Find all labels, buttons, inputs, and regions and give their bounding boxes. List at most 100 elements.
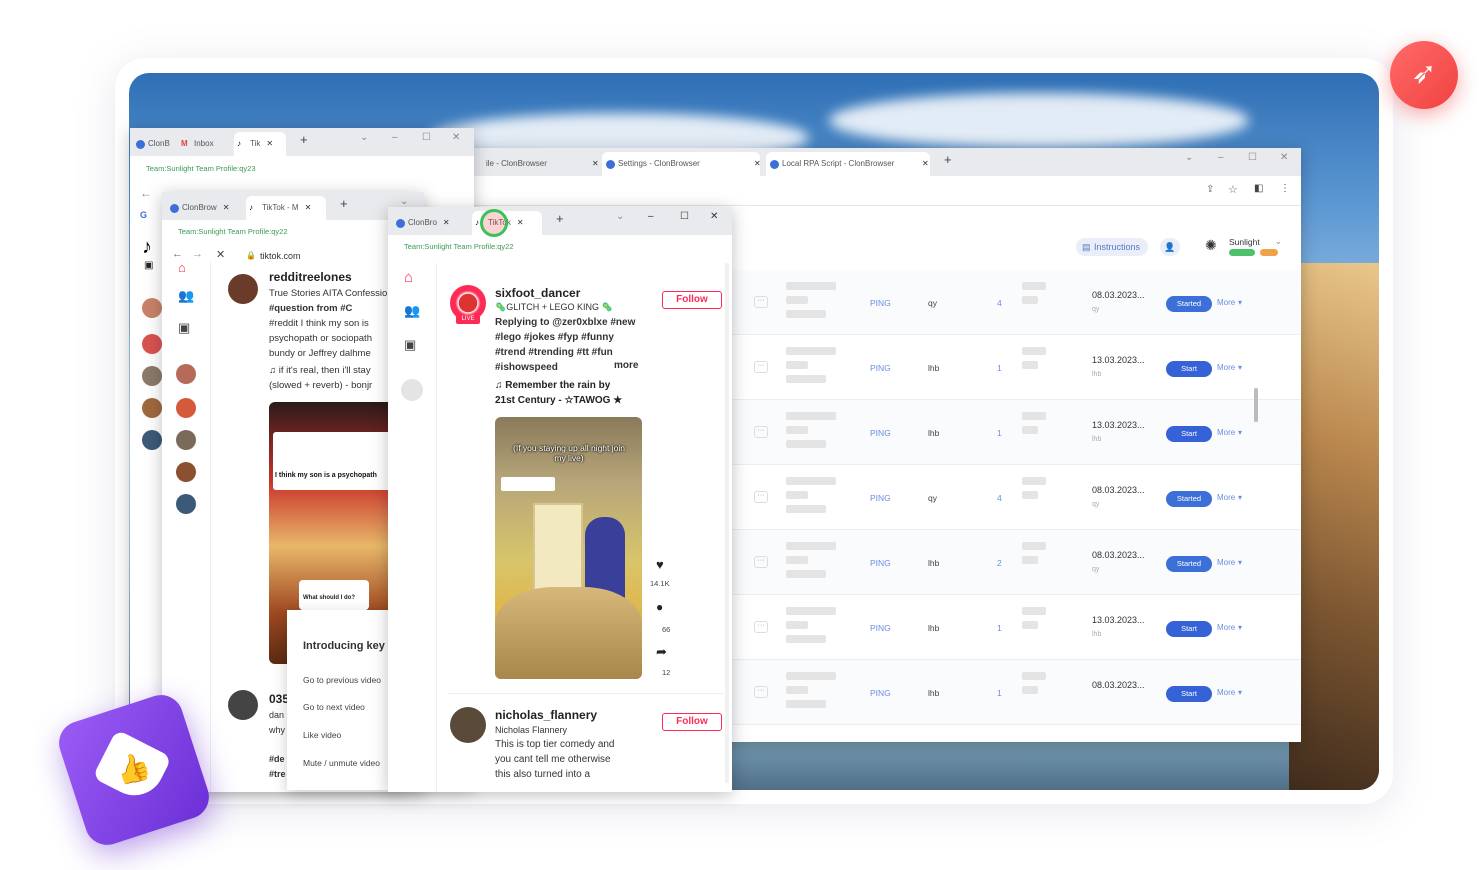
stop-icon[interactable]: ✕ bbox=[216, 248, 225, 261]
minimize-button[interactable]: – bbox=[1218, 152, 1224, 163]
live-icon[interactable]: ▣ bbox=[404, 337, 416, 353]
post-username[interactable]: nicholas_flannery bbox=[495, 708, 597, 722]
close-icon[interactable]: ✕ bbox=[517, 218, 524, 227]
tab-rpa-script[interactable]: Local RPA Script - ClonBrowser ✕ bbox=[766, 152, 930, 176]
row-options-button[interactable]: ··· bbox=[754, 556, 768, 568]
caret-down-icon[interactable]: ▾ bbox=[1238, 298, 1242, 307]
music-line[interactable]: ♫ if it's real, then i'll stay bbox=[269, 363, 387, 378]
chevron-down-icon[interactable]: ⌄ bbox=[400, 196, 408, 207]
user-icon[interactable]: 👤 bbox=[1160, 238, 1180, 256]
comment-icon[interactable]: ● bbox=[656, 600, 663, 614]
chevron-down-icon[interactable]: ⌄ bbox=[360, 132, 368, 143]
maximize-button[interactable]: ☐ bbox=[422, 132, 431, 143]
follow-button[interactable]: Follow bbox=[662, 291, 722, 309]
caret-down-icon[interactable]: ▾ bbox=[1238, 688, 1242, 697]
back-arrow-icon[interactable]: ← bbox=[140, 186, 152, 200]
run-status-button[interactable]: Start bbox=[1166, 426, 1212, 442]
avatar[interactable] bbox=[176, 462, 196, 482]
avatar[interactable] bbox=[142, 430, 162, 450]
music-link[interactable]: ♫ Remember the rain by 21st Century - ☆T… bbox=[495, 378, 622, 408]
tab-clonbrowser[interactable]: ClonBrow ✕ bbox=[166, 196, 244, 220]
live-icon[interactable]: ▣ bbox=[178, 320, 190, 336]
workspace-name[interactable]: Sunlight bbox=[1229, 237, 1260, 247]
more-link[interactable]: more bbox=[614, 360, 638, 371]
close-icon[interactable]: ✕ bbox=[223, 203, 230, 212]
music-line[interactable]: (slowed + reverb) - bonjr bbox=[269, 378, 387, 393]
more-dropdown-button[interactable]: More bbox=[1217, 428, 1235, 437]
avatar[interactable] bbox=[176, 364, 196, 384]
tab-tiktok[interactable]: ♪ Tik ✕ bbox=[234, 132, 286, 156]
close-icon[interactable]: ✕ bbox=[754, 152, 760, 176]
run-status-button[interactable]: Start bbox=[1166, 686, 1212, 702]
heart-icon[interactable]: ♥ bbox=[656, 557, 664, 572]
url-bar[interactable]: tiktok.com bbox=[260, 251, 301, 261]
close-icon[interactable]: ✕ bbox=[305, 203, 312, 212]
new-tab-button[interactable]: + bbox=[300, 132, 308, 147]
row-options-button[interactable]: ··· bbox=[754, 361, 768, 373]
tab-inbox[interactable]: M Inbox bbox=[178, 132, 228, 156]
minimize-button[interactable]: – bbox=[648, 211, 654, 222]
scrollbar-thumb[interactable] bbox=[1254, 388, 1258, 422]
avatar[interactable] bbox=[176, 430, 196, 450]
row-options-button[interactable]: ··· bbox=[754, 686, 768, 698]
tab-settings[interactable]: Settings - ClonBrowser ✕ bbox=[602, 152, 760, 176]
star-icon[interactable]: ☆ bbox=[1228, 183, 1238, 196]
more-dropdown-button[interactable]: More bbox=[1217, 623, 1235, 632]
home-icon[interactable]: ⌂ bbox=[404, 269, 413, 286]
more-dropdown-button[interactable]: More bbox=[1217, 298, 1235, 307]
close-window-button[interactable]: ✕ bbox=[710, 211, 718, 222]
back-arrow-icon[interactable]: ← bbox=[172, 248, 183, 260]
video-player[interactable]: (If you staying up all night join my liv… bbox=[495, 417, 642, 679]
follow-button[interactable]: Follow bbox=[662, 713, 722, 731]
maximize-button[interactable]: ☐ bbox=[680, 211, 689, 222]
scrollbar[interactable] bbox=[725, 263, 729, 783]
caret-down-icon[interactable]: ▾ bbox=[1238, 428, 1242, 437]
caret-down-icon[interactable]: ▾ bbox=[1238, 558, 1242, 567]
share-icon[interactable]: ➦ bbox=[656, 644, 667, 660]
following-icon[interactable]: 👥 bbox=[404, 303, 420, 319]
tab-clonbrowser[interactable]: ClonB bbox=[132, 132, 176, 156]
close-window-button[interactable]: ✕ bbox=[1280, 152, 1288, 163]
new-tab-button[interactable]: + bbox=[944, 152, 952, 167]
close-window-button[interactable]: ✕ bbox=[452, 132, 460, 143]
close-icon[interactable]: ✕ bbox=[266, 139, 273, 148]
menu-item-previous-video[interactable]: Go to previous video bbox=[303, 675, 381, 685]
instructions-button[interactable]: ▤ Instructions bbox=[1076, 238, 1149, 256]
close-icon[interactable]: ✕ bbox=[592, 152, 599, 176]
minimize-button[interactable]: – bbox=[392, 132, 398, 143]
row-options-button[interactable]: ··· bbox=[754, 621, 768, 633]
sidepanel-icon[interactable]: ◧ bbox=[1254, 183, 1263, 194]
forward-arrow-icon[interactable]: → bbox=[192, 248, 203, 260]
run-status-button[interactable]: Started bbox=[1166, 491, 1212, 507]
caret-down-icon[interactable]: ▾ bbox=[1238, 363, 1242, 372]
menu-item-like-video[interactable]: Like video bbox=[303, 730, 341, 740]
menu-item-mute-video[interactable]: Mute / unmute video bbox=[303, 758, 380, 768]
close-icon[interactable]: ✕ bbox=[922, 152, 929, 176]
post-author-avatar[interactable] bbox=[450, 707, 486, 743]
run-status-button[interactable]: Started bbox=[1166, 556, 1212, 572]
post-username[interactable]: sixfoot_dancer bbox=[495, 286, 580, 300]
share-icon[interactable]: ⇪ bbox=[1206, 184, 1214, 195]
row-options-button[interactable]: ··· bbox=[754, 426, 768, 438]
row-options-button[interactable]: ··· bbox=[754, 491, 768, 503]
following-icon[interactable]: 👥 bbox=[178, 288, 194, 304]
maximize-button[interactable]: ☐ bbox=[1248, 152, 1257, 163]
run-status-button[interactable]: Start bbox=[1166, 361, 1212, 377]
close-icon[interactable]: ✕ bbox=[443, 218, 450, 227]
new-tab-button[interactable]: + bbox=[340, 196, 348, 211]
live-icon[interactable]: ▣ bbox=[144, 260, 153, 271]
tab-profile[interactable]: ile - ClonBrowser ✕ bbox=[470, 152, 600, 176]
home-icon[interactable]: ⌂ bbox=[178, 260, 186, 275]
avatar[interactable] bbox=[142, 298, 162, 318]
chevron-down-icon[interactable]: ⌄ bbox=[1275, 237, 1282, 246]
chevron-down-icon[interactable]: ⌄ bbox=[616, 211, 624, 222]
row-options-button[interactable]: ··· bbox=[754, 296, 768, 308]
menu-item-next-video[interactable]: Go to next video bbox=[303, 702, 365, 712]
more-dropdown-button[interactable]: More bbox=[1217, 688, 1235, 697]
chevron-down-icon[interactable]: ⌄ bbox=[1185, 152, 1193, 163]
avatar[interactable] bbox=[176, 398, 196, 418]
run-status-button[interactable]: Start bbox=[1166, 621, 1212, 637]
tab-tiktok[interactable]: ♪ TikTok - M ✕ bbox=[246, 196, 326, 220]
more-dropdown-button[interactable]: More bbox=[1217, 363, 1235, 372]
run-status-button[interactable]: Started bbox=[1166, 296, 1212, 312]
